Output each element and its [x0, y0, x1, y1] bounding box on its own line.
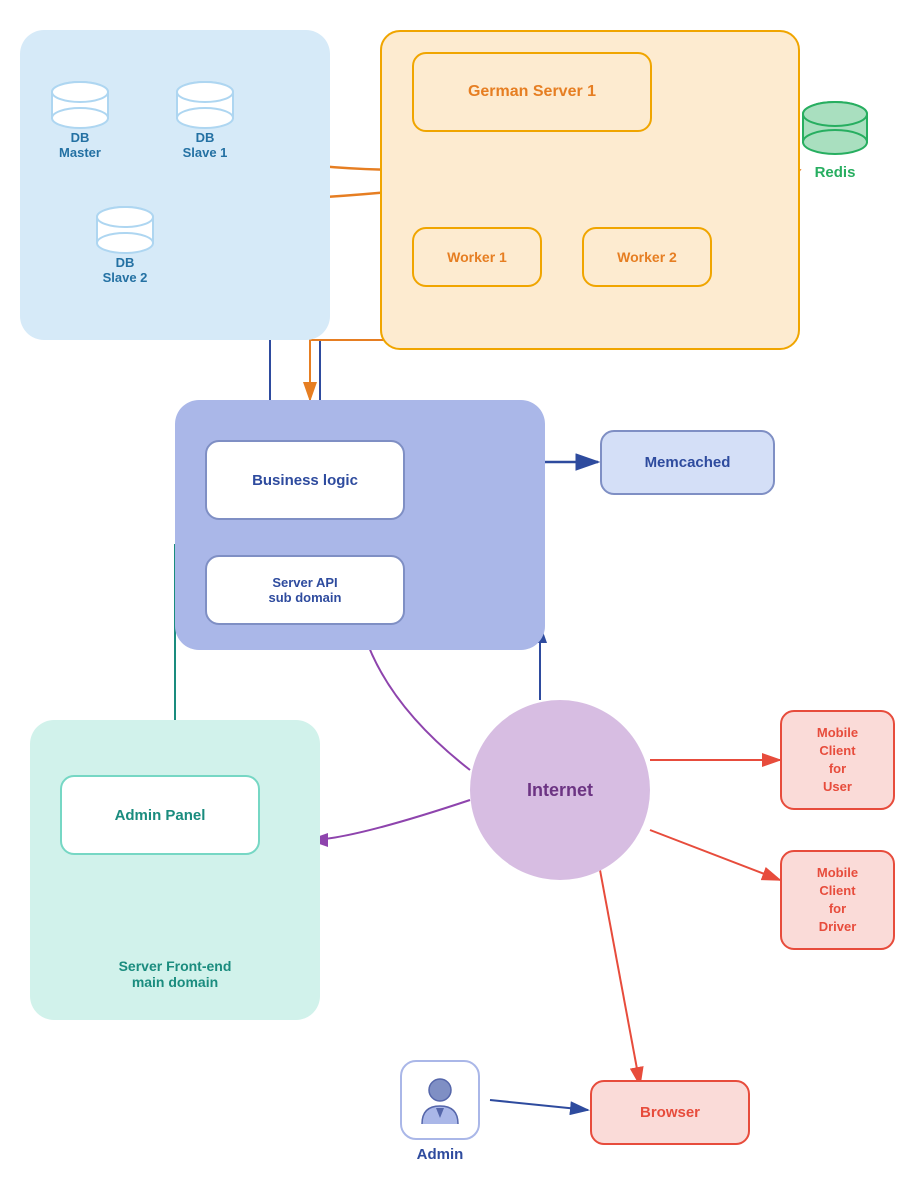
db-slave2: DB Slave 2 — [95, 205, 155, 285]
app-server-group: Business logic Server API sub domain — [175, 400, 545, 650]
german-server-box: German Server 1 — [412, 52, 652, 132]
worker1-box: Worker 1 — [412, 227, 542, 287]
admin-container: Admin — [390, 1060, 490, 1170]
worker2-box: Worker 2 — [582, 227, 712, 287]
browser-box: Browser — [590, 1080, 750, 1145]
admin-icon — [400, 1060, 480, 1140]
frontend-server-group: Admin Panel Server Front-end main domain — [30, 720, 320, 1020]
mobile-client-driver-box: Mobile Client for Driver — [780, 850, 895, 950]
german-server-group: German Server 1 Worker 1 Worker 2 — [380, 30, 800, 350]
internet-circle: Internet — [470, 700, 650, 880]
business-logic-box: Business logic — [205, 440, 405, 520]
admin-panel-box: Admin Panel — [60, 775, 260, 855]
db-master: DB Master — [50, 80, 110, 160]
memcached-box: Memcached — [600, 430, 775, 495]
db-cluster-group: DB Master DB Slave 1 DB Slave 2 — [20, 30, 330, 340]
mobile-client-user-box: Mobile Client for User — [780, 710, 895, 810]
db-slave1: DB Slave 1 — [175, 80, 235, 160]
frontend-label: Server Front-end main domain — [30, 958, 320, 990]
server-api-box: Server API sub domain — [205, 555, 405, 625]
diagram-container: DB Master DB Slave 1 DB Slave 2 — [0, 0, 917, 1200]
redis-container: Redis — [800, 100, 870, 181]
